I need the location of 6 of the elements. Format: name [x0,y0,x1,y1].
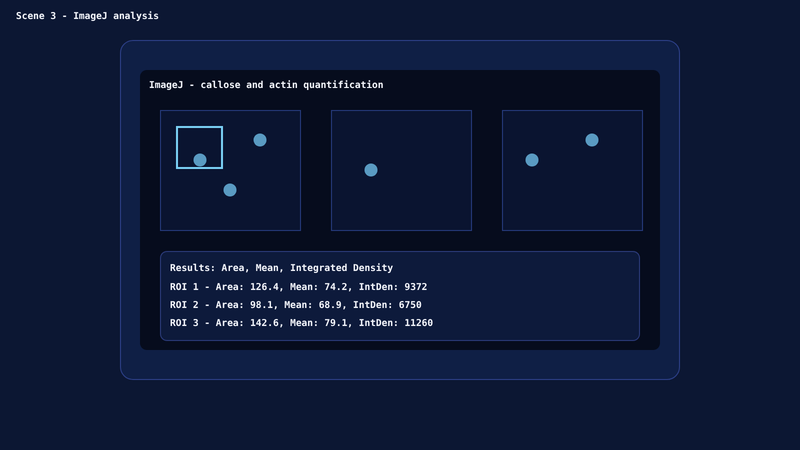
result-row-text: ROI 2 - Area: 98.1, Mean: 68.9, IntDen: 6750 [170,299,423,313]
window-title: ImageJ - callose and actin quantification [149,79,384,93]
result-row-text: ROI 1 - Area: 126.4, Mean: 74.2, IntDen: 9372 [170,281,428,295]
result-row-text: ROI 3 - Area: 142.6, Mean: 79.1, IntDen: 11260 [170,317,434,331]
scene-title: Scene 3 - ImageJ analysis [16,11,160,23]
results-heading: Results: Area, Mean, Integrated Density [170,262,394,276]
